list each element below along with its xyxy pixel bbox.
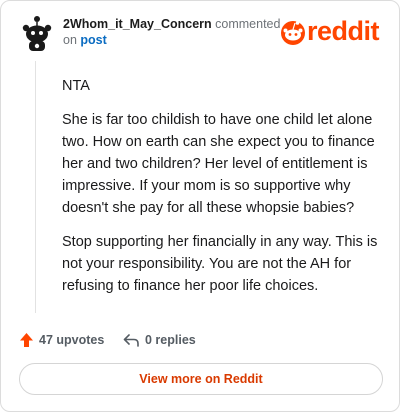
reply-arrow-icon — [123, 334, 139, 347]
upvote-button[interactable]: 47 upvotes — [19, 329, 104, 351]
post-link[interactable]: post — [80, 33, 106, 47]
reply-button[interactable]: 0 replies — [123, 329, 196, 351]
reddit-wordmark: reddit — [307, 16, 380, 46]
comment-paragraph: She is far too childish to have one chil… — [62, 112, 375, 216]
comment-footer: 47 upvotes 0 replies — [19, 329, 383, 351]
comment-action: commented — [215, 17, 281, 31]
comment-paragraph: Stop supporting her financially in any w… — [62, 234, 378, 294]
comment-header: 2Whom_it_May_Concern commented on post r… — [15, 13, 387, 53]
thread-line — [35, 61, 36, 313]
upvote-count: 47 upvotes — [39, 333, 105, 347]
comment-body: NTA She is far too childish to have one … — [62, 75, 378, 309]
snoo-avatar-icon[interactable] — [19, 13, 55, 53]
upvote-arrow-icon — [20, 333, 33, 347]
author-name[interactable]: 2Whom_it_May_Concern — [63, 17, 212, 31]
reddit-logo[interactable]: reddit — [279, 16, 389, 47]
reply-count: 0 replies — [145, 333, 196, 347]
view-more-button[interactable]: View more on Reddit — [19, 363, 383, 395]
on-label: on — [63, 33, 77, 47]
comment-paragraph: NTA — [62, 78, 90, 94]
comment-embed-card: 2Whom_it_May_Concern commented on post r… — [0, 0, 400, 412]
reddit-logo-icon — [281, 21, 305, 45]
author-line: 2Whom_it_May_Concern commented on post — [63, 16, 283, 48]
